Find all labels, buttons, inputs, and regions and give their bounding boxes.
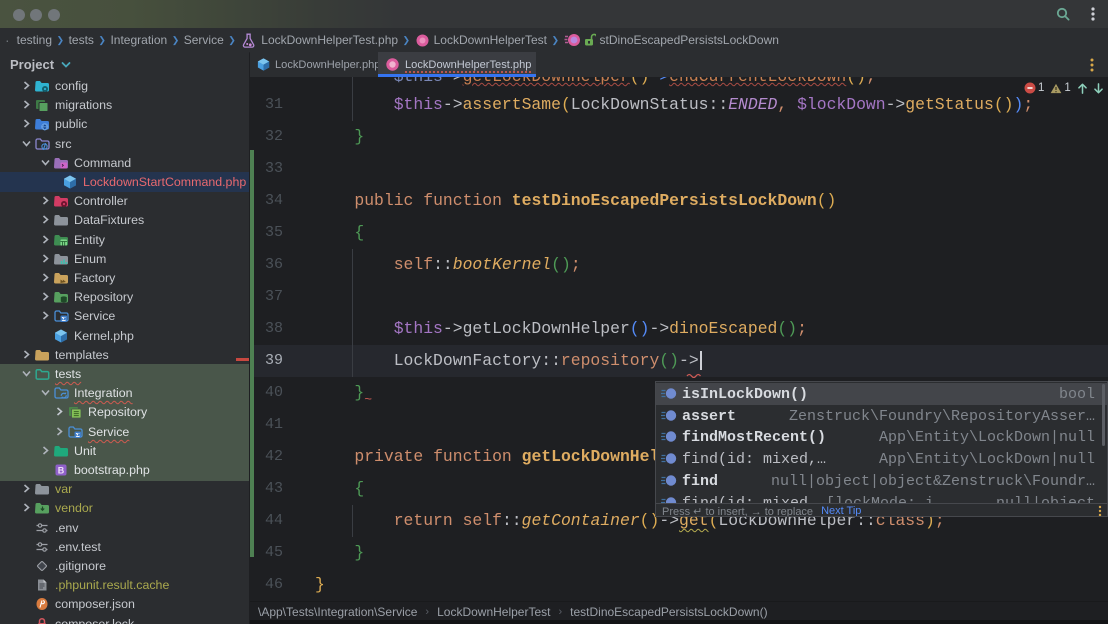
svg-text:Σ: Σ — [76, 432, 80, 439]
svg-text:Σ: Σ — [62, 316, 66, 323]
svg-text:B: B — [58, 466, 65, 476]
